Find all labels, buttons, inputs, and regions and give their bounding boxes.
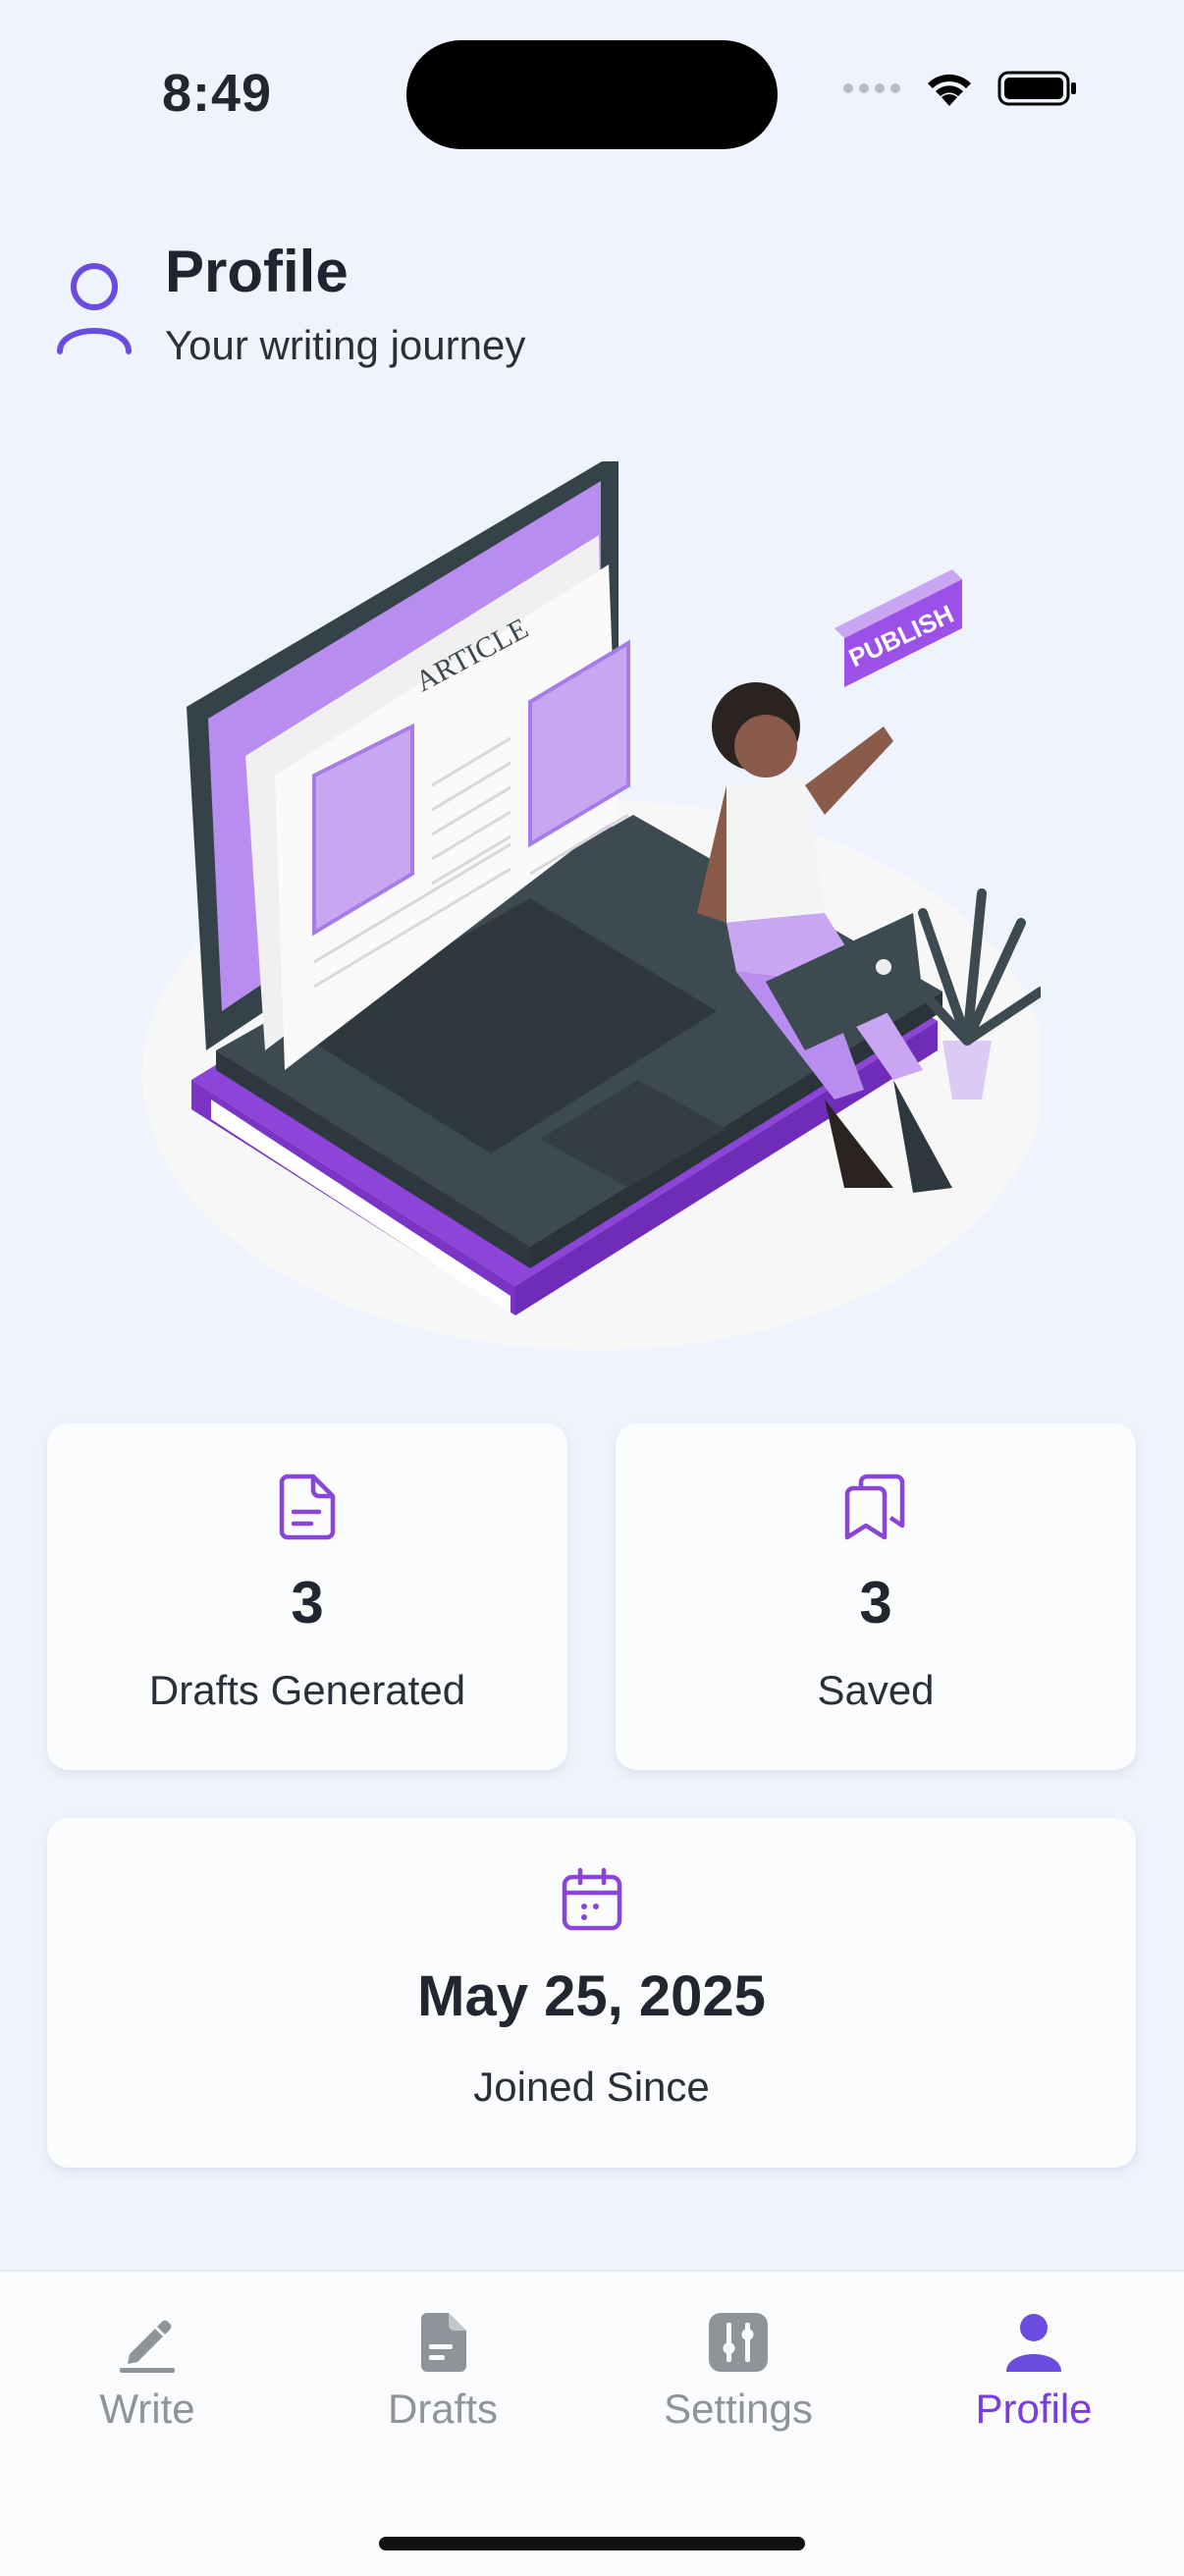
drafts-stat-card: 3 Drafts Generated bbox=[47, 1423, 567, 1770]
calendar-icon bbox=[562, 1867, 621, 1931]
pencil-icon bbox=[120, 2320, 175, 2373]
sliders-icon bbox=[709, 2313, 768, 2372]
dynamic-island bbox=[406, 40, 778, 149]
tab-settings[interactable]: Settings bbox=[620, 2311, 856, 2433]
page-subtitle: Your writing journey bbox=[165, 322, 526, 368]
joined-date: May 25, 2025 bbox=[417, 1964, 766, 2028]
page-title: Profile bbox=[165, 239, 349, 304]
joined-label: Joined Since bbox=[473, 2064, 710, 2110]
joined-stat-card: May 25, 2025 Joined Since bbox=[47, 1818, 1136, 2168]
tab-settings-label: Settings bbox=[664, 2386, 813, 2432]
signal-icon bbox=[843, 83, 900, 93]
tab-drafts[interactable]: Drafts bbox=[325, 2311, 561, 2433]
battery-icon bbox=[997, 71, 1076, 106]
wifi-icon bbox=[928, 74, 971, 106]
user-outline-icon bbox=[57, 263, 132, 354]
tab-write[interactable]: Write bbox=[29, 2311, 265, 2433]
status-time: 8:49 bbox=[162, 64, 273, 123]
person-icon bbox=[1006, 2314, 1061, 2372]
tab-drafts-label: Drafts bbox=[387, 2386, 498, 2432]
status-indicators bbox=[842, 69, 1078, 108]
saved-count: 3 bbox=[859, 1570, 892, 1636]
saved-label: Saved bbox=[817, 1667, 935, 1713]
tab-profile[interactable]: Profile bbox=[916, 2311, 1152, 2433]
writing-illustration: ARTICLE PUBLISH bbox=[142, 461, 1041, 1350]
tab-write-label: Write bbox=[99, 2386, 195, 2432]
bookmarks-icon bbox=[844, 1474, 905, 1540]
bottom-tab-bar: Write Drafts Settings Profile bbox=[0, 2270, 1184, 2576]
tab-profile-label: Profile bbox=[975, 2386, 1093, 2432]
drafts-count: 3 bbox=[291, 1570, 324, 1636]
saved-stat-card: 3 Saved bbox=[616, 1423, 1136, 1770]
home-indicator bbox=[379, 2537, 805, 2550]
drafts-icon bbox=[421, 2313, 466, 2372]
document-icon bbox=[279, 1474, 336, 1540]
drafts-label: Drafts Generated bbox=[148, 1667, 466, 1713]
